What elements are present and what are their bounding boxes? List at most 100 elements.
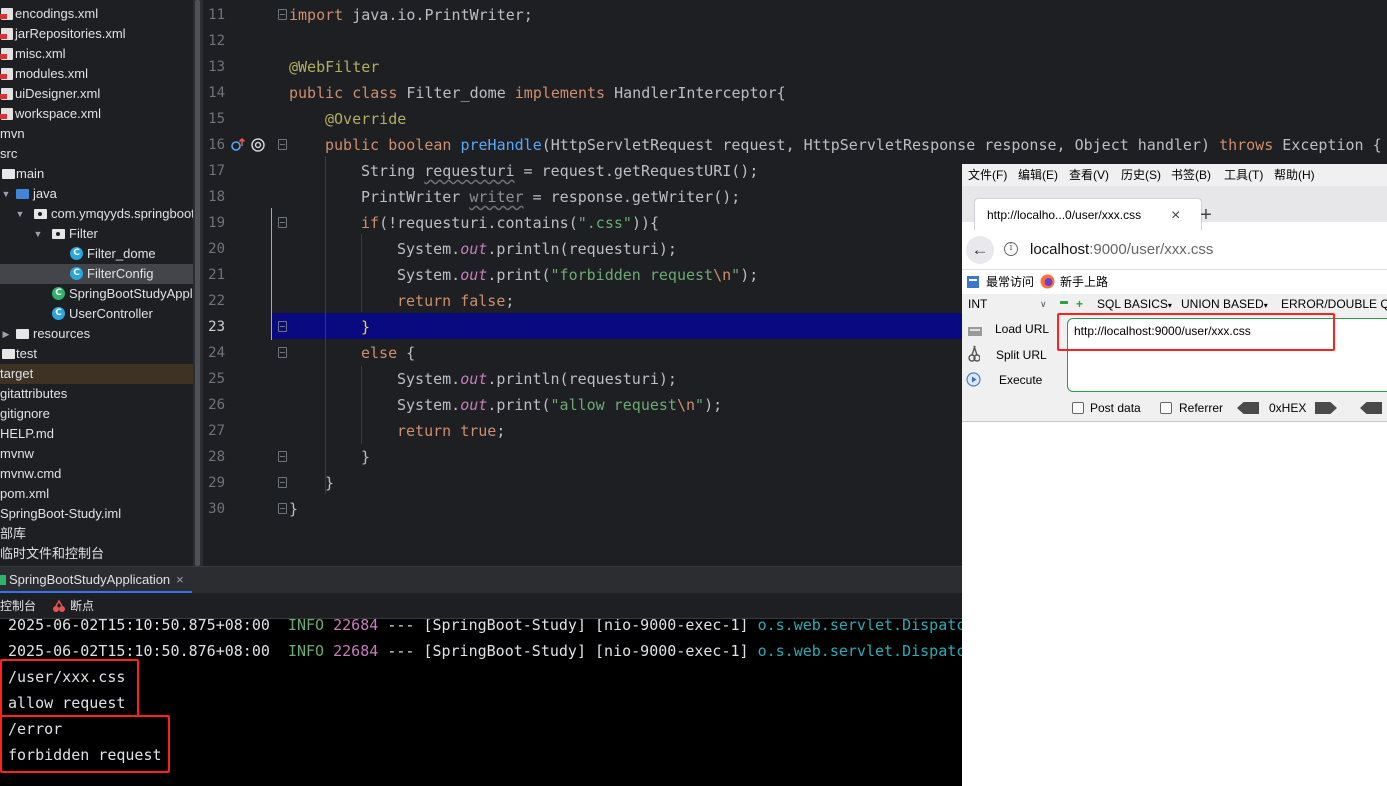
menu-view[interactable]: 查看(V) [1069,164,1109,186]
code-line-15[interactable]: @Override [325,106,406,132]
folder-icon [2,349,15,359]
tree-item-package-root[interactable]: ▼ com.ymqyyds.springboot [0,204,193,224]
tree-item-user-controller[interactable]: C UserController [0,304,193,324]
tree-item-mvnw[interactable]: mvnw [0,444,193,464]
menu-bookmarks[interactable]: 书签(B) [1171,164,1211,186]
tree-item-target[interactable]: target [0,364,193,384]
tree-item-scratches[interactable]: 临时文件和控制台 [0,544,193,564]
code-line-22[interactable]: return false; [397,288,514,314]
fold-marker-icon[interactable] [278,347,287,358]
console-output[interactable]: 2025-06-02T15:10:50.875+08:00 INFO 22684… [0,619,962,786]
tree-item-test[interactable]: test [0,344,193,364]
code-line-30[interactable]: } [289,496,298,522]
hex-encode-arrow-icon[interactable] [1315,402,1337,414]
browser-tab[interactable]: http://localho...0/user/xxx.css × [974,198,1202,231]
referrer-label: Referrer [1179,401,1224,415]
hex-decode-arrow-icon[interactable] [1237,402,1259,414]
code-line-16[interactable]: public boolean preHandle(HttpServletRequ… [325,132,1382,158]
tree-item-workspace[interactable]: workspace.xml [0,104,193,124]
url-bar[interactable]: localhost:9000/user/xxx.css [1030,239,1213,261]
chevron-down-icon[interactable]: ▼ [0,184,12,204]
tree-item-encodings[interactable]: encodings.xml [0,4,193,24]
code-line-23[interactable]: } [361,314,370,340]
fold-marker-icon[interactable] [278,503,287,514]
code-line-24[interactable]: else { [361,340,415,366]
fold-marker-icon[interactable] [278,451,287,462]
close-icon[interactable]: × [176,572,184,587]
code-line-21[interactable]: System.out.print("forbidden request\n"); [397,262,758,288]
tree-scrollbar[interactable] [193,0,203,566]
breakpoints-icon [53,599,65,612]
tree-item-gitattributes[interactable]: gitattributes [0,384,193,404]
code-line-19[interactable]: if(!requesturi.contains(".css")){ [361,210,659,236]
bookmark-getting-started[interactable]: 新手上路 [1060,270,1108,294]
load-url-icon [968,327,982,336]
tree-item-filter-package[interactable]: ▼ Filter [0,224,193,244]
chevron-right-icon[interactable]: ▶ [0,324,12,344]
minus-icon[interactable] [1060,301,1068,304]
tree-item-mvnw-cmd[interactable]: mvnw.cmd [0,464,193,484]
tree-item-resources[interactable]: ▶ resources [0,324,193,344]
tree-scrollbar-thumb[interactable] [195,0,200,566]
code-line-13[interactable]: @WebFilter [289,54,379,80]
tree-item-jar-repositories[interactable]: jarRepositories.xml [0,24,193,44]
code-line-28[interactable]: } [361,444,370,470]
code-line-25[interactable]: System.out.println(requesturi); [397,366,677,392]
bookmark-most-visited[interactable]: 最常访问 [986,270,1034,294]
chevron-down-icon[interactable]: ∨ [1040,294,1047,314]
back-arrow-icon[interactable]: ← [966,236,994,264]
menu-edit[interactable]: 编辑(E) [1018,164,1058,186]
tree-item-iml[interactable]: SpringBoot-Study.iml [0,504,193,524]
code-line-29[interactable]: } [325,470,334,496]
code-line-17[interactable]: String requesturi = request.getRequestUR… [361,158,758,184]
menu-help[interactable]: 帮助(H) [1274,164,1315,186]
override-marker-icon[interactable] [230,137,246,153]
split-url-button[interactable]: Split URL [996,345,1047,365]
code-line-11[interactable]: import java.io.PrintWriter; [289,2,533,28]
menu-error-double-query[interactable]: ERROR/DOUBLE Q [1281,294,1387,314]
referrer-checkbox[interactable] [1160,402,1172,414]
hackbar-type-select[interactable]: INT [968,294,987,314]
tree-item-src[interactable]: src [0,144,193,164]
code-line-26[interactable]: System.out.print("allow request\n"); [397,392,722,418]
tree-item-modules[interactable]: modules.xml [0,64,193,84]
code-line-18[interactable]: PrintWriter writer = response.getWriter(… [361,184,740,210]
menu-file[interactable]: 文件(F) [968,164,1007,186]
post-data-checkbox[interactable] [1072,402,1084,414]
tree-item-java[interactable]: ▼ java [0,184,193,204]
tree-item-filter-dome[interactable]: C Filter_dome [0,244,193,264]
execute-button[interactable]: Execute [999,370,1042,390]
menu-history[interactable]: 历史(S) [1121,164,1161,186]
breakpoints-tab[interactable]: 断点 [70,593,94,619]
tree-item-main[interactable]: main [0,164,193,184]
tree-item-ui-designer[interactable]: uiDesigner.xml [0,84,193,104]
tree-item-mvn[interactable]: mvn [0,124,193,144]
next-decode-arrow-icon[interactable] [1360,402,1382,414]
tree-item-pom[interactable]: pom.xml [0,484,193,504]
tree-item-filter-config[interactable]: C FilterConfig [0,264,193,284]
annotation-at-icon[interactable] [250,137,266,153]
menu-tools[interactable]: 工具(T) [1224,164,1263,186]
tree-item-external-libs[interactable]: 部库 [0,524,193,544]
plus-icon[interactable]: + [1076,294,1083,314]
fold-marker-icon[interactable] [278,217,287,228]
code-line-27[interactable]: return true; [397,418,505,444]
tree-item-springboot-app[interactable]: CSpringBootStudyApplication [0,284,193,304]
site-info-icon[interactable]: i [1004,242,1018,256]
fold-marker-icon[interactable] [278,477,287,488]
tree-item-gitignore[interactable]: gitignore [0,404,193,424]
load-url-button[interactable]: Load URL [995,319,1049,339]
close-tab-icon[interactable]: × [1171,199,1180,232]
console-tab[interactable]: 控制台 [0,593,36,619]
chevron-down-icon[interactable]: ▼ [14,204,26,224]
fold-marker-icon[interactable] [278,321,287,332]
run-tab-springboot-app[interactable]: SpringBootStudyApplication × [0,567,192,593]
tree-item-help-md[interactable]: HELP.md [0,424,193,444]
fold-marker-icon[interactable] [278,139,287,150]
tree-item-misc[interactable]: misc.xml [0,44,193,64]
code-line-20[interactable]: System.out.println(requesturi); [397,236,677,262]
new-tab-button[interactable]: + [1196,203,1216,227]
fold-marker-icon[interactable] [278,9,287,20]
code-line-14[interactable]: public class Filter_dome implements Hand… [289,80,786,106]
chevron-down-icon[interactable]: ▼ [32,224,44,244]
